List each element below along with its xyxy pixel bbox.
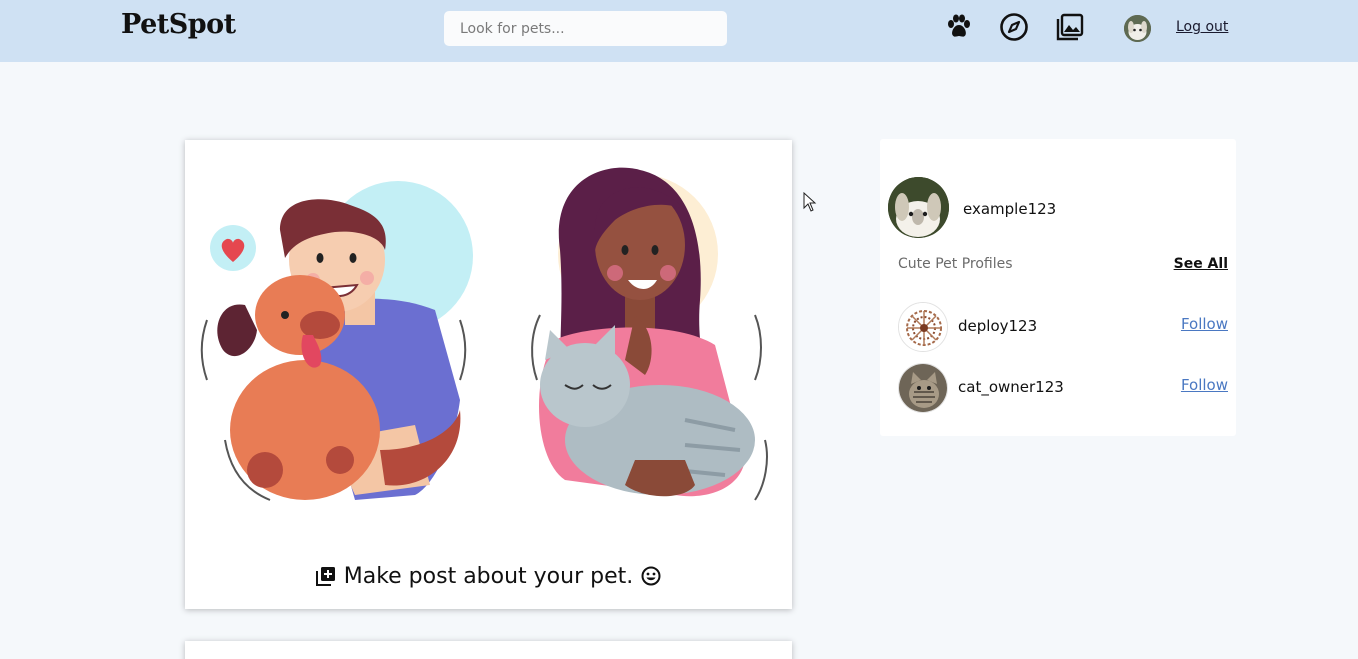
feed-post-card (185, 641, 792, 659)
see-all-link[interactable]: See All (1174, 256, 1228, 272)
create-post-card[interactable]: Make post about your pet. (185, 140, 792, 609)
make-post-button[interactable]: Make post about your pet. (185, 560, 792, 592)
paw-icon[interactable] (944, 12, 974, 42)
mouse-cursor-icon (803, 192, 817, 212)
follow-button[interactable]: Follow (1181, 376, 1228, 394)
profile-avatar[interactable] (898, 302, 948, 352)
profile-username[interactable]: cat_owner123 (958, 378, 1064, 396)
list-item: cat_owner123 Follow (898, 363, 1228, 415)
section-title: Cute Pet Profiles (898, 256, 1013, 272)
user-avatar[interactable] (1124, 15, 1151, 42)
profile-avatar[interactable] (898, 363, 948, 413)
gallery-icon[interactable] (1055, 12, 1085, 42)
compass-icon[interactable] (999, 12, 1029, 42)
app-logo[interactable]: PetSpot (121, 9, 236, 40)
smiley-icon (641, 566, 661, 586)
logout-link[interactable]: Log out (1176, 19, 1228, 35)
profile-sidebar: example123 Cute Pet Profiles See All dep… (880, 139, 1236, 436)
top-navbar: PetSpot Log o (0, 0, 1358, 62)
profile-username[interactable]: deploy123 (958, 317, 1037, 335)
search-input[interactable] (444, 11, 727, 46)
add-post-icon (315, 566, 336, 586)
make-post-label: Make post about your pet. (343, 563, 634, 589)
current-user-avatar[interactable] (888, 177, 949, 238)
follow-button[interactable]: Follow (1181, 315, 1228, 333)
current-username[interactable]: example123 (963, 200, 1056, 218)
list-item: deploy123 Follow (898, 302, 1228, 354)
